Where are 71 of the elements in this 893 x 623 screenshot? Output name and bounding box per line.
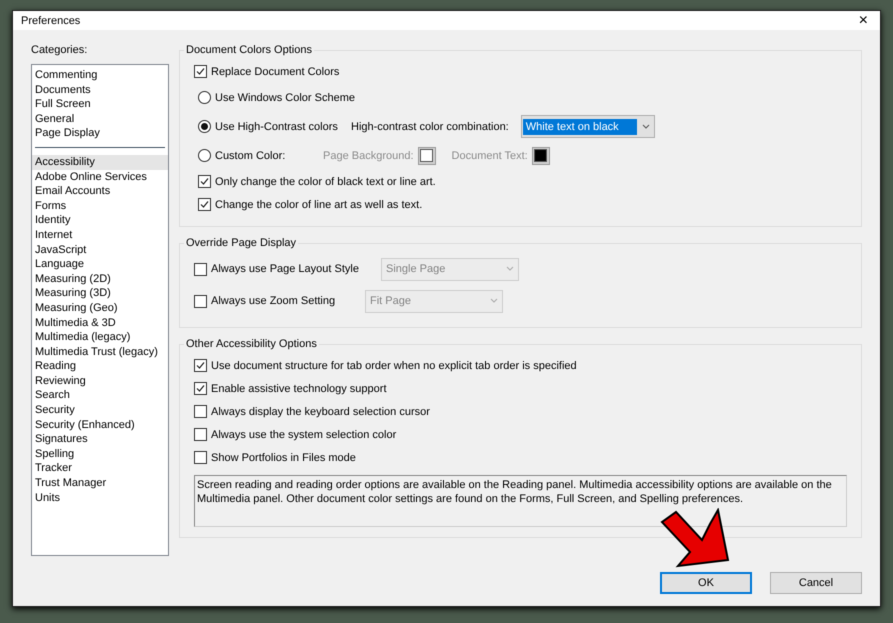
category-item[interactable]: Reviewing [32,374,168,388]
category-item[interactable]: Spelling [32,446,168,462]
category-item[interactable]: Language [32,257,168,272]
info-text: Screen reading and reading order options are available on the Reading panel. Multimedia accessibility options are available on the Multimedia panel. Other document color settings are found on the Forms, Full Screen, and Spelling preferences. [194,475,847,527]
arrow-drawing [660,508,730,570]
checkbox-label: Show Portfolios in Files mode [211,452,356,464]
checkbox[interactable] [194,294,207,308]
color-swatch[interactable] [418,146,436,164]
window-title: Preferences [21,14,80,26]
category-item[interactable]: Documents [32,82,168,98]
checkbox[interactable] [194,262,207,276]
checkbox-label: Always use Page Layout Style [211,263,360,275]
category-item[interactable]: Accessibility [32,154,168,170]
checkbox[interactable] [194,451,207,464]
category-item[interactable]: Email Accounts [32,184,168,199]
group-title: Other Accessibility Options [185,338,318,350]
category-item[interactable]: Units [32,490,168,506]
ok-button[interactable]: OK [660,572,752,594]
dropdown[interactable]: White text on black [520,115,655,138]
category-item[interactable]: Security [32,403,168,418]
radio-button[interactable] [198,149,211,162]
category-item[interactable]: Reading [32,359,168,374]
checkbox-label: Replace Document Colors [211,66,340,78]
category-item[interactable]: Multimedia Trust (legacy) [32,344,168,360]
category-item[interactable]: Multimedia & 3D [32,316,168,330]
category-item[interactable]: Measuring (Geo) [32,300,168,316]
checkbox-label: Always use Zoom Setting [211,295,336,307]
checkbox-label: Change the color of line art as well as text. [215,198,422,210]
category-item[interactable]: Commenting [32,68,168,83]
category-item[interactable]: Trust Manager [32,476,168,491]
close-button[interactable]: × [854,12,872,30]
combination-label: High-contrast color combination: [351,120,509,132]
checkbox[interactable] [194,405,207,418]
cancel-button[interactable]: Cancel [770,572,862,594]
category-item[interactable]: Multimedia (legacy) [32,330,168,345]
checkbox[interactable] [194,359,207,372]
category-item[interactable]: Tracker [32,461,168,476]
radio-button[interactable] [198,120,211,133]
category-item[interactable]: Measuring (2D) [32,272,168,286]
category-item[interactable]: Signatures [32,432,168,447]
swatch-label: Page Background: [323,150,414,162]
category-item[interactable]: JavaScript [32,242,168,258]
category-item[interactable]: General [32,112,168,126]
checkbox-label: Only change the color of black text or line art. [215,176,436,188]
category-item[interactable]: Search [32,388,168,404]
radio-label: Use High-Contrast colors [215,120,339,132]
category-item[interactable]: Identity [32,213,168,228]
category-item[interactable]: Internet [32,228,168,243]
checkbox[interactable] [198,175,211,188]
swatch-label: Document Text: [452,150,528,162]
checkbox[interactable] [198,198,211,211]
checkbox[interactable] [194,428,207,441]
radio-label: Custom Color: [215,150,286,162]
category-item[interactable]: Forms [32,198,168,214]
categories-label: Categories: [31,44,88,56]
checkbox-label: Enable assistive technology support [211,382,386,394]
checkbox[interactable] [194,65,207,78]
color-swatch[interactable] [532,146,550,164]
group-title: Document Colors Options [185,44,313,56]
radio-button[interactable] [198,91,211,104]
category-item[interactable]: Full Screen [32,97,168,112]
category-item[interactable]: Security (Enhanced) [32,418,168,432]
checkbox[interactable] [194,382,207,395]
checkbox-label: Always display the keyboard selection cursor [211,406,430,418]
group-title: Override Page Display [185,237,298,249]
category-item[interactable]: Adobe Online Services [32,170,168,184]
checkbox-label: Always use the system selection color [211,428,396,440]
category-item[interactable]: Measuring (3D) [32,286,168,301]
radio-label: Use Windows Color Scheme [215,92,355,104]
checkbox-label: Use document structure for tab order when no explicit tab order is specified [211,360,577,372]
category-item[interactable]: Page Display [32,126,168,141]
